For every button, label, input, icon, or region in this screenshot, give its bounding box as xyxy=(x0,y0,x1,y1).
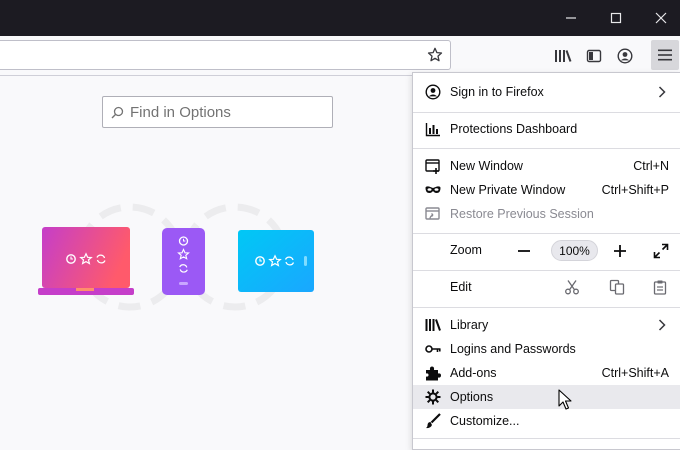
zoom-label: Zoom xyxy=(450,243,482,257)
maximize-button[interactable] xyxy=(593,0,639,36)
puzzle-piece-icon xyxy=(425,365,441,381)
menu-item-label: Options xyxy=(450,390,494,404)
fullscreen-icon xyxy=(653,243,669,259)
menu-item-customize[interactable]: Customize... xyxy=(413,409,680,433)
url-bar[interactable] xyxy=(0,40,451,70)
plus-icon xyxy=(614,245,626,257)
menu-item-add-ons[interactable]: Add-ons Ctrl+Shift+A xyxy=(413,361,680,385)
clipboard-icon xyxy=(653,280,667,295)
private-mask-icon xyxy=(425,182,441,198)
menu-item-protections-dashboard[interactable]: Protections Dashboard xyxy=(413,117,680,141)
navigation-toolbar xyxy=(0,36,680,76)
chart-icon xyxy=(425,121,441,137)
laptop-illustration xyxy=(38,227,134,295)
account-button[interactable] xyxy=(614,45,636,67)
find-in-options-input[interactable]: Find in Options xyxy=(102,96,333,128)
library-button[interactable] xyxy=(552,45,574,67)
mouse-cursor-icon xyxy=(558,389,572,410)
menu-item-label: Library xyxy=(450,318,489,332)
menu-item-label: Restore Previous Session xyxy=(450,207,594,221)
key-icon xyxy=(425,341,441,357)
menu-item-logins-and-passwords[interactable]: Logins and Passwords xyxy=(413,337,680,361)
menu-separator xyxy=(413,148,680,149)
phone-illustration xyxy=(162,228,205,295)
menu-item-label: Add-ons xyxy=(450,366,497,380)
search-icon xyxy=(111,106,124,118)
title-bar xyxy=(0,0,680,36)
bookmark-star-button[interactable] xyxy=(425,45,445,65)
cut-button[interactable] xyxy=(563,278,581,296)
library-icon xyxy=(425,317,441,333)
menu-separator xyxy=(413,438,680,439)
menu-item-label: Logins and Passwords xyxy=(450,342,576,356)
new-window-icon xyxy=(425,158,441,174)
shortcut-label: Ctrl+N xyxy=(633,159,669,173)
sidebars-button[interactable] xyxy=(583,45,605,67)
sync-illustration xyxy=(38,203,314,311)
maximize-icon xyxy=(610,12,622,24)
menu-separator xyxy=(413,307,680,308)
zoom-out-button[interactable] xyxy=(516,243,532,259)
menu-separator xyxy=(413,270,680,271)
tablet-illustration xyxy=(238,230,314,292)
account-icon xyxy=(425,84,441,100)
fullscreen-button[interactable] xyxy=(652,242,670,260)
copy-icon xyxy=(609,279,625,295)
app-menu-panel: Sign in to Firefox Protections Dashboard… xyxy=(412,72,680,450)
close-button[interactable] xyxy=(638,0,680,36)
menu-item-edit: Edit xyxy=(413,272,680,303)
edit-label: Edit xyxy=(450,280,472,294)
menu-item-label: New Private Window xyxy=(450,183,566,197)
shortcut-label: Ctrl+Shift+P xyxy=(601,183,669,197)
menu-item-label: Protections Dashboard xyxy=(450,122,578,136)
menu-item-label: New Window xyxy=(450,159,523,173)
copy-button[interactable] xyxy=(608,278,626,296)
open-menu-button[interactable] xyxy=(651,40,679,70)
menu-item-new-window[interactable]: New Window Ctrl+N xyxy=(413,154,680,178)
library-icon xyxy=(555,50,572,62)
paintbrush-icon xyxy=(425,413,441,429)
search-placeholder: Find in Options xyxy=(130,103,231,121)
bookmark-star-icon xyxy=(427,47,443,62)
minimize-button[interactable] xyxy=(548,0,594,36)
paste-button[interactable] xyxy=(651,278,669,296)
menu-item-label: Customize... xyxy=(450,414,520,428)
menu-separator xyxy=(413,233,680,234)
chevron-right-icon xyxy=(658,317,668,333)
close-icon xyxy=(655,12,667,24)
zoom-in-button[interactable] xyxy=(612,243,628,259)
minimize-icon xyxy=(566,17,576,19)
chevron-right-icon xyxy=(658,84,668,100)
menu-item-zoom: Zoom 100% xyxy=(413,235,680,266)
menu-item-library[interactable]: Library xyxy=(413,313,680,337)
menu-item-sign-in[interactable]: Sign in to Firefox xyxy=(413,80,680,104)
menu-item-options[interactable]: Options xyxy=(413,385,680,409)
shortcut-label: Ctrl+Shift+A xyxy=(601,366,669,380)
menu-separator xyxy=(413,112,680,113)
gear-icon xyxy=(425,389,441,405)
minus-icon xyxy=(518,250,530,252)
hamburger-menu-icon xyxy=(658,49,672,61)
menu-item-new-private-window[interactable]: New Private Window Ctrl+Shift+P xyxy=(413,178,680,202)
account-icon xyxy=(617,48,633,64)
menu-item-label: Sign in to Firefox xyxy=(450,85,544,99)
sidebars-icon xyxy=(586,49,602,63)
menu-item-restore-previous-session[interactable]: Restore Previous Session xyxy=(413,202,680,226)
zoom-reset-button[interactable]: 100% xyxy=(551,240,598,261)
restore-session-icon xyxy=(425,206,441,222)
scissors-icon xyxy=(565,280,579,295)
